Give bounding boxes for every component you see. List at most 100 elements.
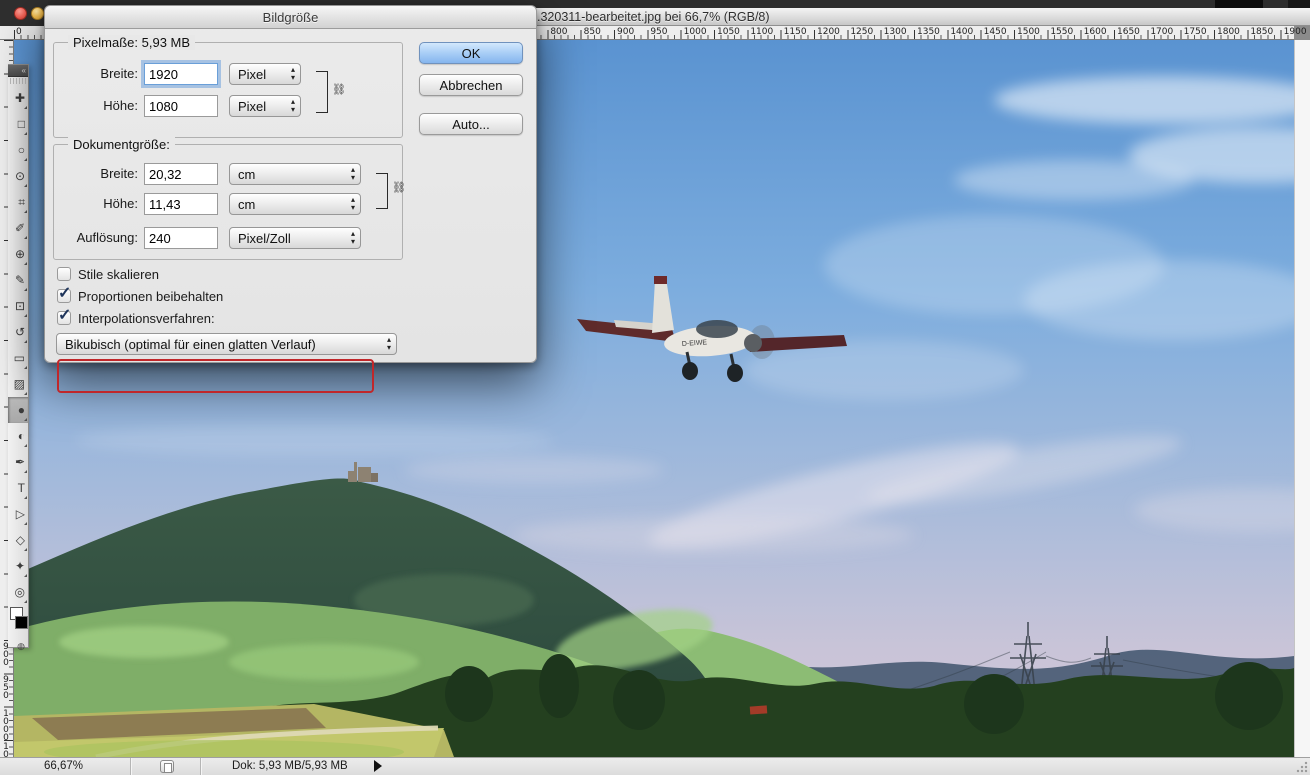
scale-styles-checkbox[interactable]: ✓ bbox=[57, 267, 71, 281]
quick-mask-icon[interactable]: ◍ bbox=[8, 639, 28, 653]
eyedropper-tool[interactable]: ✐ bbox=[8, 215, 28, 241]
app-frame-tab bbox=[1215, 0, 1263, 8]
vertical-scrollbar[interactable] bbox=[1294, 40, 1310, 757]
healing-brush-tool[interactable]: ⊕ bbox=[8, 241, 28, 267]
doc-preview-icon[interactable] bbox=[160, 760, 174, 773]
doc-width-label: Breite: bbox=[54, 166, 138, 181]
document-size-group: Dokumentgröße: Breite: cm ▴▾ Höhe: cm ▴▾… bbox=[53, 144, 403, 260]
hand-tool[interactable]: ✦ bbox=[8, 553, 28, 579]
height-pixels-input[interactable] bbox=[144, 95, 218, 117]
ruler-label: 1400 bbox=[950, 27, 973, 37]
ruler-origin-label: 0 bbox=[16, 27, 22, 37]
image-size-dialog: Bildgröße Pixelmaße: 5,93 MB Breite: Pix… bbox=[44, 5, 537, 363]
collapse-panel-button[interactable]: « bbox=[8, 65, 28, 77]
ruler-label: 1100 bbox=[750, 27, 773, 37]
brush-tool[interactable]: ✎ bbox=[8, 267, 28, 293]
background-color-swatch[interactable] bbox=[15, 616, 28, 629]
red-roof bbox=[750, 705, 768, 714]
interpolation-method-value: Bikubisch (optimal für einen glatten Ver… bbox=[65, 337, 316, 352]
auto-button[interactable]: Auto... bbox=[419, 113, 523, 135]
ruler-label: 1050 bbox=[717, 27, 740, 37]
ruler-label: 1000 bbox=[1, 709, 11, 741]
ruler-label: 850 bbox=[584, 27, 601, 37]
constrain-proportions-label: Proportionen beibehalten bbox=[78, 289, 223, 304]
window-controls-area bbox=[0, 0, 48, 26]
ruler-label: 1550 bbox=[1050, 27, 1073, 37]
lasso-tool[interactable]: ○ bbox=[8, 137, 28, 163]
panel-grip[interactable] bbox=[10, 78, 26, 84]
ruler-label: 1500 bbox=[1017, 27, 1040, 37]
close-button[interactable] bbox=[14, 7, 27, 20]
tools-panel: « ✚□○⊙⌗✐⊕✎⊡↺▭▨●◐✒T▷◇✦◎ ◍ bbox=[8, 64, 29, 648]
window-resize-grip[interactable] bbox=[1295, 761, 1308, 774]
status-divider bbox=[130, 758, 131, 775]
stepper-arrows-icon2: ▴▾ bbox=[291, 98, 295, 114]
ruler-label: 1650 bbox=[1117, 27, 1140, 37]
stepper-arrows-icon6: ▴▾ bbox=[387, 336, 391, 352]
pixel-group-legend: Pixelmaße: 5,93 MB bbox=[68, 35, 195, 50]
history-brush-tool[interactable]: ↺ bbox=[8, 319, 28, 345]
chain-link-icon-2: ⛓ bbox=[392, 181, 406, 194]
doc-width-unit-popup[interactable]: cm ▴▾ bbox=[229, 163, 361, 185]
doc-height-input[interactable] bbox=[144, 193, 218, 215]
pen-tool[interactable]: ✒ bbox=[8, 449, 28, 475]
shape-tool[interactable]: ◇ bbox=[8, 527, 28, 553]
resolution-input[interactable] bbox=[144, 227, 218, 249]
ruler-label: 1600 bbox=[1084, 27, 1107, 37]
resolution-unit-popup[interactable]: Pixel/Zoll ▴▾ bbox=[229, 227, 361, 249]
path-selection-tool[interactable]: ▷ bbox=[8, 501, 28, 527]
blur-tool[interactable]: ● bbox=[8, 397, 28, 423]
quick-selection-tool[interactable]: ⊙ bbox=[8, 163, 28, 189]
resolution-label: Auflösung: bbox=[54, 230, 138, 245]
resolution-unit-value: Pixel/Zoll bbox=[238, 231, 291, 246]
zoom-level-field[interactable]: 66,67% bbox=[44, 760, 83, 772]
link-bracket bbox=[316, 71, 328, 113]
dialog-titlebar[interactable]: Bildgröße bbox=[45, 6, 536, 29]
move-tool[interactable]: ✚ bbox=[8, 85, 28, 111]
height-unit-popup[interactable]: Pixel ▴▾ bbox=[229, 95, 301, 117]
color-swatches bbox=[8, 605, 28, 639]
cancel-button[interactable]: Abbrechen bbox=[419, 74, 523, 96]
resample-image-checkbox[interactable]: ✓ bbox=[57, 311, 71, 325]
status-divider2 bbox=[200, 758, 201, 775]
zoom-tool[interactable]: ◎ bbox=[8, 579, 28, 605]
minimize-button[interactable] bbox=[31, 7, 44, 20]
status-menu-arrow-icon[interactable] bbox=[374, 760, 382, 772]
dialog-title: Bildgröße bbox=[263, 10, 319, 25]
doc-group-legend: Dokumentgröße: bbox=[68, 137, 175, 152]
ruler-label: 1700 bbox=[1150, 27, 1173, 37]
dodge-tool[interactable]: ◐ bbox=[8, 423, 28, 449]
status-bar: 66,67% Dok: 5,93 MB/5,93 MB bbox=[0, 757, 1310, 775]
doc-width-input[interactable] bbox=[144, 163, 218, 185]
width-pixels-input[interactable] bbox=[144, 63, 218, 85]
type-tool[interactable]: T bbox=[8, 475, 28, 501]
app-frame-tab2 bbox=[1288, 0, 1310, 8]
width-unit-popup[interactable]: Pixel ▴▾ bbox=[229, 63, 301, 85]
doc-height-unit-value: cm bbox=[238, 197, 255, 212]
constrain-proportions-checkbox[interactable]: ✓ bbox=[57, 289, 71, 303]
interpolation-method-popup[interactable]: Bikubisch (optimal für einen glatten Ver… bbox=[56, 333, 397, 355]
width-label: Breite: bbox=[54, 66, 138, 81]
ok-button[interactable]: OK bbox=[419, 42, 523, 64]
eraser-tool[interactable]: ▭ bbox=[8, 345, 28, 371]
ruler-label: 1750 bbox=[1184, 27, 1207, 37]
doc-height-unit-popup[interactable]: cm ▴▾ bbox=[229, 193, 361, 215]
height-unit-value: Pixel bbox=[238, 99, 266, 114]
pixel-dimensions-group: Pixelmaße: 5,93 MB Breite: Pixel ▴▾ Höhe… bbox=[53, 42, 403, 138]
ruler-label: 800 bbox=[550, 27, 567, 37]
marquee-tool[interactable]: □ bbox=[8, 111, 28, 137]
gradient-tool[interactable]: ▨ bbox=[8, 371, 28, 397]
document-size-info: Dok: 5,93 MB/5,93 MB bbox=[232, 760, 348, 772]
ruler-label: 1150 bbox=[784, 27, 807, 37]
ruler-label: 1200 bbox=[817, 27, 840, 37]
ruler-label: 1300 bbox=[884, 27, 907, 37]
crop-tool[interactable]: ⌗ bbox=[8, 189, 28, 215]
stepper-arrows-icon4: ▴▾ bbox=[351, 196, 355, 212]
ruler-label: 1350 bbox=[917, 27, 940, 37]
doc-width-unit-value: cm bbox=[238, 167, 255, 182]
stepper-arrows-icon: ▴▾ bbox=[291, 66, 295, 82]
clone-stamp-tool[interactable]: ⊡ bbox=[8, 293, 28, 319]
ruler-label: 1900 bbox=[1284, 27, 1307, 37]
ruler-label: 1450 bbox=[984, 27, 1007, 37]
stepper-arrows-icon5: ▴▾ bbox=[351, 230, 355, 246]
